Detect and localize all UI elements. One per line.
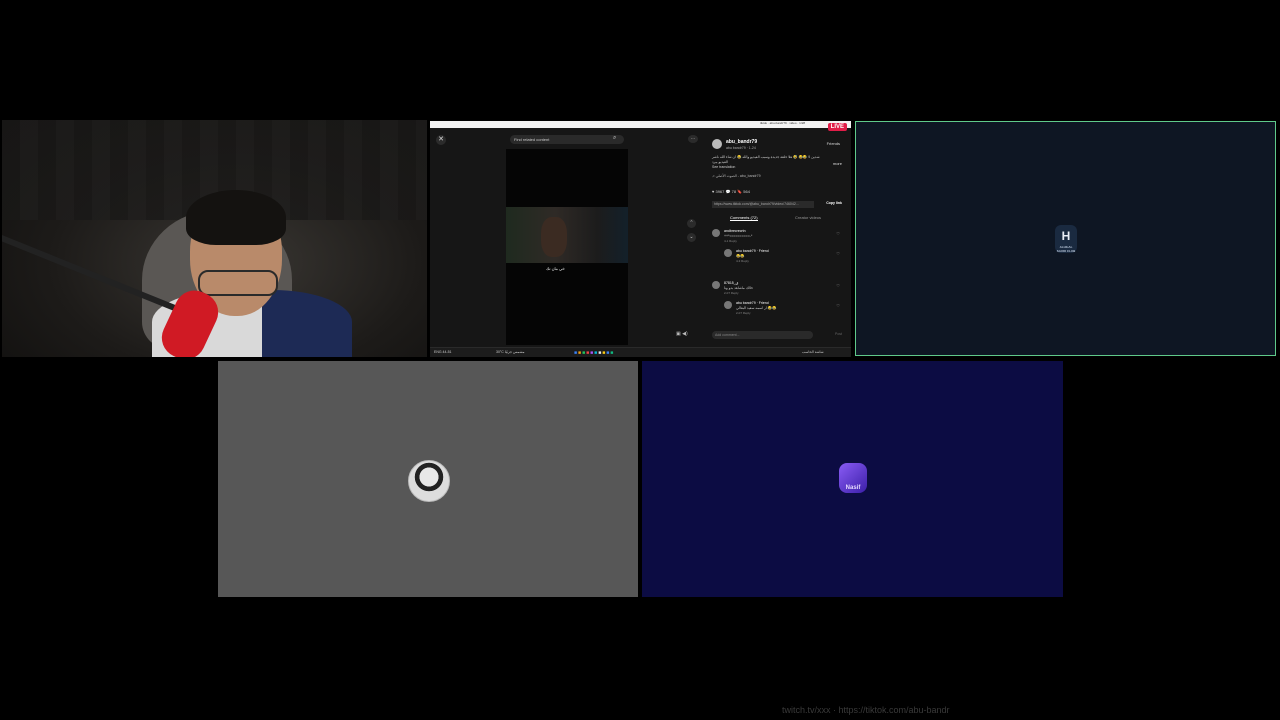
heart-icon[interactable]: ♡ — [836, 231, 840, 236]
share-link-field[interactable]: https://www.tiktok.com/@abu_bandr79/vide… — [712, 201, 814, 208]
participant-tile-gray[interactable] — [218, 361, 638, 597]
comment-text: خالك ماشاهد بدو ونا — [724, 286, 754, 290]
post-description: شدين لا 😂😂 🤣 هلا حلقة جديدة وسبب الفيديو… — [712, 155, 824, 170]
comment-meta[interactable]: 4-3 Reply — [736, 259, 749, 263]
post-description-text: شدين لا 😂😂 🤣 هلا حلقة جديدة وسبب الفيديو… — [712, 155, 820, 164]
participant-tile-blue[interactable]: Nasif — [642, 361, 1063, 597]
search-icon[interactable]: ⌕ — [613, 135, 621, 144]
avatar: Nasif — [839, 463, 867, 493]
heart-icon[interactable]: ♡ — [836, 283, 840, 288]
heart-icon[interactable]: ♡ — [836, 303, 840, 308]
heart-icon[interactable]: ♡ — [836, 251, 840, 256]
search-input[interactable]: Find related content — [510, 135, 624, 144]
close-icon[interactable]: ✕ — [436, 135, 446, 145]
taskbar-start[interactable]: شاشة الحاسب — [802, 350, 824, 354]
tab-creator-videos[interactable]: Creator videos — [795, 215, 821, 220]
comment-author[interactable]: abu bandr79 · Friend — [736, 249, 769, 253]
chevron-up-icon[interactable]: ⌃ — [687, 219, 696, 228]
comment-text: ++*==========-* — [724, 234, 753, 238]
avatar[interactable] — [712, 281, 720, 289]
participant-tile-alhilal[interactable]: H ALHILAL SAUDI CLUB — [855, 121, 1276, 356]
video-player[interactable]: خي مان تك — [506, 149, 628, 345]
music-label[interactable]: ♫ الصوت الأصلي - abu_bandr79 — [712, 174, 761, 178]
comment-meta[interactable]: 2-07 Reply — [724, 291, 739, 295]
video-person — [541, 217, 567, 257]
copy-link-button[interactable]: Copy link — [826, 201, 842, 205]
more-options-icon[interactable]: ⋯ — [688, 135, 698, 143]
avatar[interactable] — [724, 301, 732, 309]
more-link[interactable]: more — [833, 161, 842, 166]
alhilal-caption: ALHILAL SAUDI CLUB — [1056, 245, 1076, 253]
post-comment-button[interactable]: Post — [835, 332, 842, 336]
comment-item: abu bandr79 · Friend 😂😂 4-3 Reply ♡ — [724, 249, 840, 267]
avatar[interactable] — [712, 229, 720, 237]
taskbar-clock[interactable]: ENG 44-51 — [434, 350, 452, 354]
chevron-down-icon[interactable]: ⌄ — [687, 233, 696, 242]
streamer-hair — [186, 190, 286, 245]
taskbar-weather[interactable]: 30°C مشمس جزئيًا — [496, 350, 524, 354]
comment-text: ار اسمه سعيد البقالي 😂😂 — [736, 306, 777, 310]
comment-author[interactable]: abu bandr79 · Friend — [736, 301, 769, 305]
post-author[interactable]: abu_bandr79 — [726, 139, 757, 145]
add-comment-input[interactable]: Add comment... — [712, 331, 813, 339]
screen-share-tile[interactable]: tiktok · abu-bandr79 · video · 1/28 LIVE… — [430, 121, 851, 357]
alhilal-logo: H ALHILAL SAUDI CLUB — [1055, 225, 1077, 253]
comment-text: 😂😂 — [736, 254, 745, 258]
comment-item: andbrecrecrtn ++*==========-* 4-1 Reply … — [712, 229, 840, 247]
webcam-tile[interactable] — [2, 120, 427, 357]
post-author-sub: abu bandr79 · 1-24 — [726, 146, 756, 150]
post-panel: abu_bandr79 abu bandr79 · 1-24 Friends ش… — [710, 135, 844, 345]
avatar[interactable] — [724, 249, 732, 257]
tab-comments[interactable]: Comments (72) — [730, 215, 758, 221]
browser-titlebar: tiktok · abu-bandr79 · video · 1/28 — [430, 121, 851, 128]
comment-author[interactable]: andbrecrecrtn — [724, 229, 746, 233]
comment-item: ٯ_87815 خالك ماشاهد بدو ونا 2-07 Reply ♡ — [712, 281, 840, 299]
comment-meta[interactable]: 2-07 Reply — [736, 311, 751, 315]
avatar[interactable] — [712, 139, 722, 149]
avatar — [408, 460, 450, 502]
comment-author[interactable]: ٯ_87815 — [724, 281, 738, 285]
alhilal-logo-text: H — [1061, 229, 1071, 243]
volume-icon[interactable]: ▣ ◀) — [676, 331, 688, 337]
windows-taskbar: ENG 44-51 30°C مشمس جزئيًا ■■■■■■■■■■ شا… — [430, 347, 851, 357]
video-frame — [506, 207, 628, 263]
live-badge: LIVE — [827, 123, 847, 131]
video-caption: خي مان تك — [546, 266, 565, 271]
post-actions[interactable]: ♥ 3967 💬 78 🔖 564 — [712, 189, 750, 194]
taskbar-app-icons[interactable]: ■■■■■■■■■■ — [574, 350, 614, 356]
comment-meta[interactable]: 4-1 Reply — [724, 239, 737, 243]
browser-url[interactable]: tiktok · abu-bandr79 · video · 1/28 — [760, 121, 805, 125]
glasses — [198, 270, 278, 296]
friends-button[interactable]: Friends — [827, 141, 840, 146]
comment-item: abu bandr79 · Friend ار اسمه سعيد البقال… — [724, 301, 840, 319]
see-translation-link[interactable]: See translation — [712, 165, 735, 169]
stream-watermark: twitch.tv/xxx · https://tiktok.com/abu-b… — [782, 705, 950, 715]
